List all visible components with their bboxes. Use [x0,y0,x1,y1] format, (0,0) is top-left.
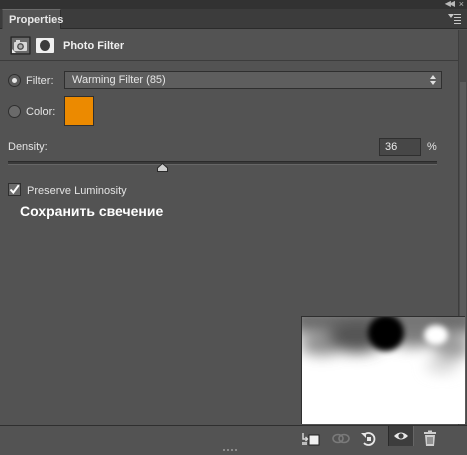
close-icon[interactable]: × [459,0,464,9]
preserve-luminosity-checkbox[interactable] [8,183,21,196]
checkmark-icon [9,184,20,195]
view-previous-state-icon[interactable] [331,430,351,447]
density-slider-track[interactable] [8,161,437,165]
density-input[interactable] [379,138,421,156]
double-chevron-left-icon[interactable]: ◀◀ [445,0,455,9]
filter-radio[interactable] [8,74,21,87]
panel-menu-icon[interactable] [448,13,461,24]
preserve-luminosity-label: Preserve Luminosity [27,185,127,197]
up-down-arrows-icon [430,75,436,85]
annotation-text: Сохранить свечение [20,203,164,219]
filter-select-value: Warming Filter (85) [72,74,166,86]
adjustment-layer-camera-icon[interactable] [10,36,31,55]
tab-properties[interactable]: Properties [2,9,64,29]
adjustment-title: Photo Filter [63,40,125,52]
layer-preview-thumbnail [301,316,465,424]
density-label: Density: [8,141,48,153]
layer-mask-icon[interactable] [36,38,54,53]
resize-grip-icon[interactable] [223,448,239,454]
panel-top-strip: ◀◀ × [0,0,467,9]
eye-visibility-icon [394,432,408,440]
density-slider-thumb[interactable] [156,163,168,172]
visibility-toggle[interactable] [388,426,414,446]
filter-label: Filter: [26,75,54,87]
tab-bar: Properties [0,9,467,29]
density-unit: % [427,141,437,153]
properties-panel: ◀◀ × Properties Photo Filter Filter: War… [0,0,467,455]
reset-adjustments-icon[interactable] [360,430,378,447]
filter-select[interactable]: Warming Filter (85) [64,71,442,89]
color-swatch[interactable] [64,96,94,126]
bottom-toolbar [0,425,467,455]
trash-icon[interactable] [422,430,438,447]
color-label: Color: [26,106,56,118]
clip-to-layer-icon[interactable] [301,430,321,447]
color-radio[interactable] [8,105,21,118]
properties-header: Photo Filter [0,30,458,61]
tab-label: Properties [9,14,64,26]
